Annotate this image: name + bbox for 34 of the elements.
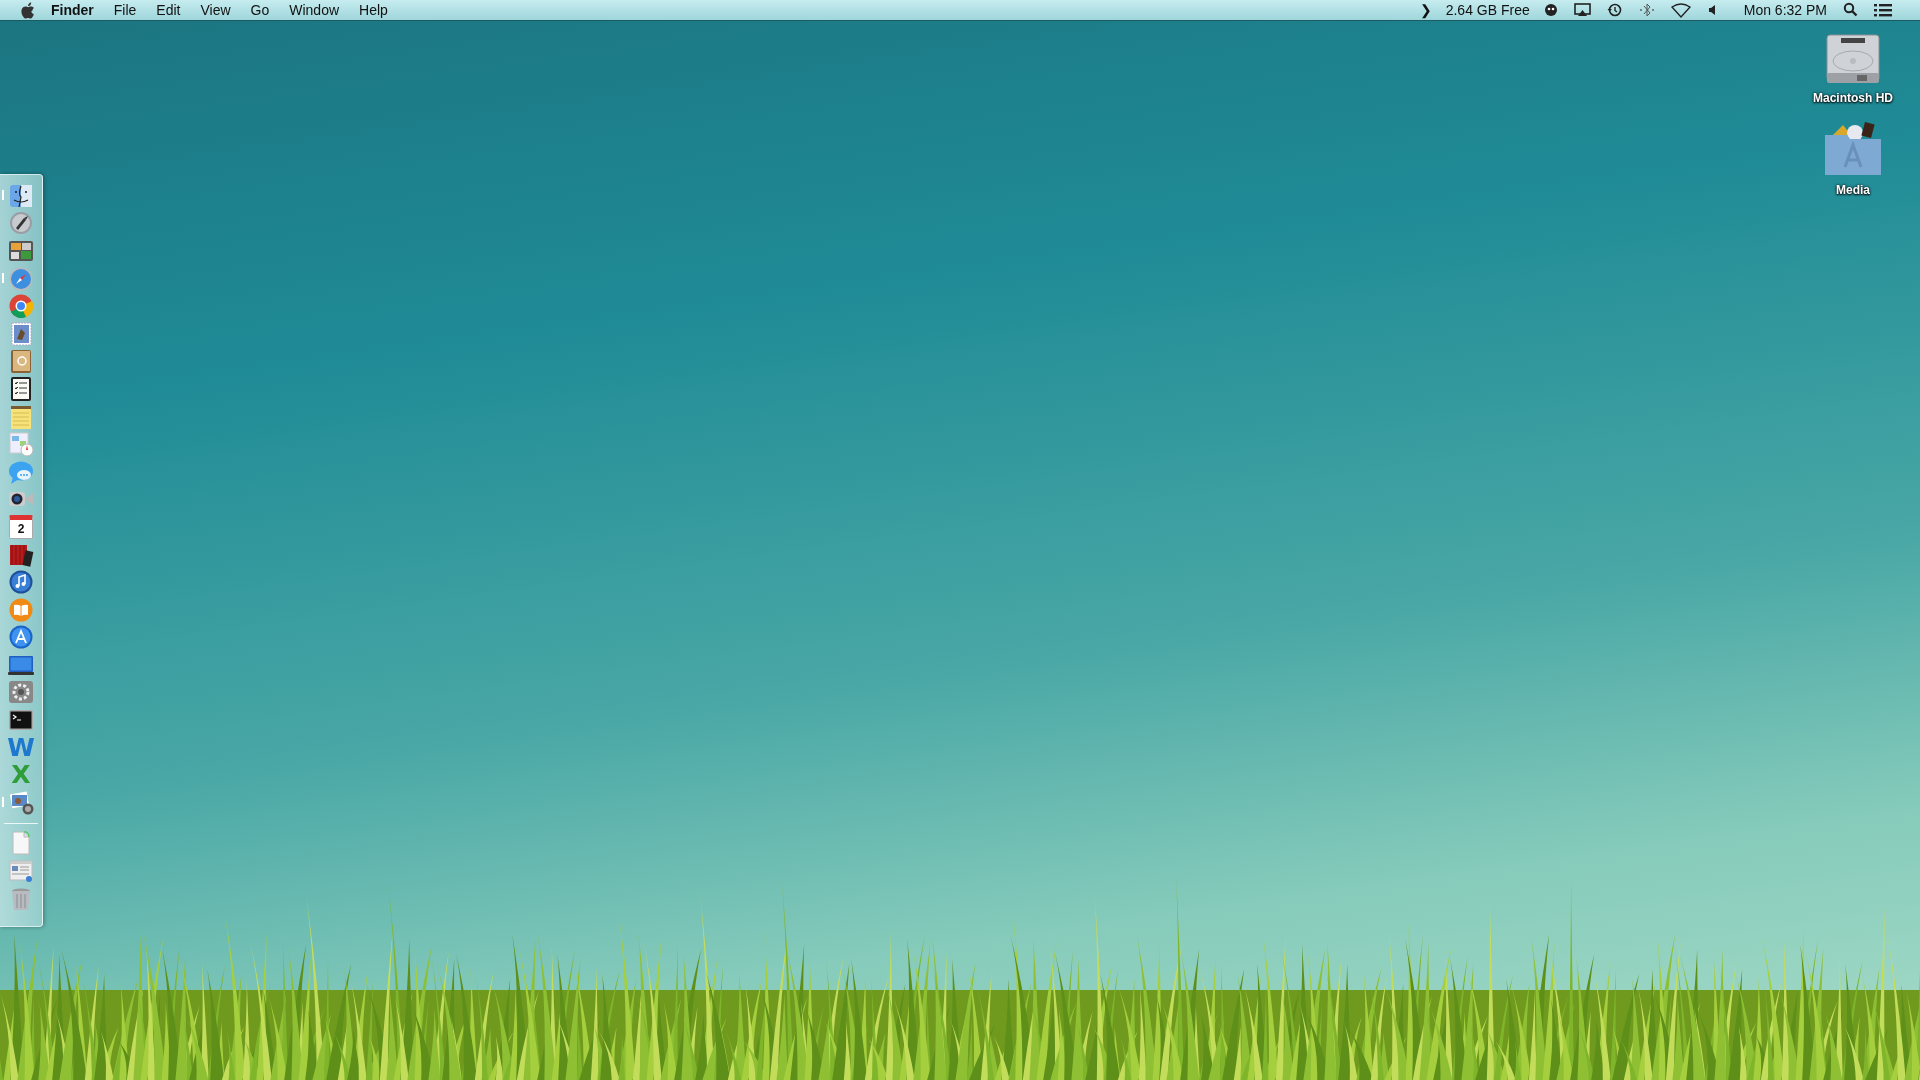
- notepad-icon[interactable]: [8, 403, 34, 430]
- apple-logo-icon[interactable]: [20, 1, 35, 19]
- bluetooth-icon[interactable]: [1638, 2, 1655, 18]
- window-icon[interactable]: [8, 858, 34, 885]
- clock-text[interactable]: Mon 6:32 PM: [1743, 0, 1827, 21]
- menu-item[interactable]: Finder: [51, 0, 94, 21]
- desktop-icon-label[interactable]: Macintosh HD: [1813, 89, 1893, 107]
- calendar-icon[interactable]: 2: [9, 514, 33, 539]
- search-icon[interactable]: [1843, 2, 1858, 18]
- face-icon[interactable]: [1543, 2, 1558, 18]
- speaker-icon[interactable]: [1706, 2, 1716, 18]
- ring-icon[interactable]: [8, 293, 34, 320]
- wifi-icon[interactable]: [1670, 2, 1691, 18]
- chevron-menu[interactable]: ❯: [1419, 0, 1432, 21]
- checklist-icon[interactable]: [8, 375, 34, 402]
- history-clock-icon[interactable]: [1606, 2, 1623, 18]
- menu-item[interactable]: View: [200, 0, 231, 21]
- menu-item[interactable]: Window: [289, 0, 340, 21]
- menu-item[interactable]: Go: [250, 0, 270, 21]
- gear-icon[interactable]: [8, 679, 34, 706]
- disk-free-status[interactable]: 2.64 GB Free: [1445, 0, 1530, 21]
- menu-item[interactable]: File: [113, 0, 137, 21]
- menu-item[interactable]: Help: [359, 0, 388, 21]
- airplay-icon[interactable]: [1573, 2, 1591, 18]
- tiles-icon[interactable]: [8, 238, 34, 264]
- music-note-icon[interactable]: [8, 569, 34, 596]
- stamp-icon[interactable]: [8, 320, 34, 347]
- list-icon[interactable]: [1874, 2, 1892, 18]
- smiling-face-icon[interactable]: [8, 182, 34, 209]
- photo-stack-icon[interactable]: [8, 789, 34, 816]
- menu-item[interactable]: Edit: [156, 0, 181, 21]
- address-book-icon[interactable]: [8, 348, 34, 375]
- letter-a-icon[interactable]: [8, 624, 34, 651]
- desktop-icon-label[interactable]: Media: [1836, 181, 1870, 199]
